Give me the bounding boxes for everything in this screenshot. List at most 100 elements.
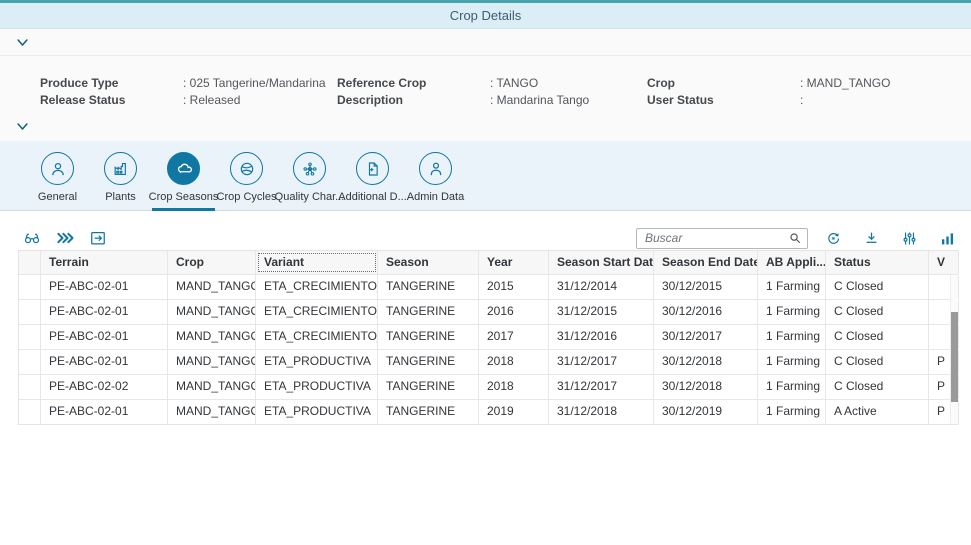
cell-season-end: 30/12/2017 [654, 325, 758, 349]
table-row[interactable]: PE-ABC-02-02 MAND_TANGO ETA_PRODUCTIVA T… [19, 374, 958, 399]
cloud-icon [167, 152, 200, 185]
cell-crop: MAND_TANGO [168, 275, 256, 299]
tab-additional-data[interactable]: Additional D... [341, 141, 404, 210]
vertical-scrollbar [950, 275, 958, 424]
column-header-terrain[interactable]: Terrain [41, 251, 168, 274]
row-selector-cell [19, 400, 41, 424]
column-header-status[interactable]: Status [826, 251, 929, 274]
cell-ab-application: 1 Farming [758, 275, 826, 299]
tab-plants[interactable]: Plants [89, 141, 152, 210]
column-header-season-start[interactable]: Season Start Date [549, 251, 654, 274]
document-add-icon [356, 152, 389, 185]
cell-status: C Closed [826, 300, 929, 324]
tab-admin-data[interactable]: Admin Data [404, 141, 467, 210]
reset-icon[interactable] [824, 229, 843, 248]
table-body: PE-ABC-02-01 MAND_TANGO ETA_CRECIMIENTO_… [19, 274, 958, 424]
cell-status: C Closed [826, 325, 929, 349]
field-value: : Mandarina Tango [490, 93, 589, 107]
tab-crop-cycles[interactable]: Crop Cycles [215, 141, 278, 210]
column-header-season[interactable]: Season [378, 251, 479, 274]
collapse-tabs-chevron-icon[interactable] [15, 119, 30, 134]
column-header-season-end[interactable]: Season End Date [654, 251, 758, 274]
search-input[interactable] [636, 228, 808, 249]
binoculars-icon[interactable] [22, 228, 42, 248]
table-row[interactable]: PE-ABC-02-01 MAND_TANGO ETA_PRODUCTIVA T… [19, 399, 958, 424]
cell-status: C Closed [826, 375, 929, 399]
table-row[interactable]: PE-ABC-02-01 MAND_TANGO ETA_CRECIMIENTO_… [19, 299, 958, 324]
molecule-icon [293, 152, 326, 185]
tab-crop-seasons[interactable]: Crop Seasons [152, 141, 215, 210]
cell-status: C Closed [826, 350, 929, 374]
cell-ab-application: 1 Farming [758, 400, 826, 424]
cell-season: TANGERINE [378, 275, 479, 299]
header-selector-cell [19, 251, 41, 274]
tab-label: Crop Seasons [149, 191, 219, 203]
cell-variant: ETA_PRODUCTIVA [256, 350, 378, 374]
column-header-ab-application[interactable]: AB Appli... [758, 251, 826, 274]
scrollbar-thumb[interactable] [951, 312, 958, 402]
cell-year: 2019 [479, 400, 549, 424]
personalize-icon[interactable] [900, 229, 919, 248]
field-label: Release Status [40, 93, 125, 107]
crop-seasons-table: Terrain Crop Variant Season Year Season … [18, 250, 958, 425]
open-in-box-icon[interactable] [88, 228, 108, 248]
cell-year: 2018 [479, 375, 549, 399]
row-selector-cell [19, 350, 41, 374]
globe-icon [230, 152, 263, 185]
field-label: Reference Crop [337, 76, 426, 90]
row-selector-cell [19, 300, 41, 324]
download-icon[interactable] [862, 229, 881, 248]
tab-quality-characteristics[interactable]: Quality Char... [278, 141, 341, 210]
field-value: : [800, 93, 803, 107]
column-header-truncated[interactable]: V [929, 251, 959, 274]
tab-label: Crop Cycles [217, 191, 277, 203]
column-header-crop[interactable]: Crop [168, 251, 256, 274]
table-section: Terrain Crop Variant Season Year Season … [0, 211, 971, 545]
cell-status: C Closed [826, 275, 929, 299]
expand-chevrons-icon[interactable] [55, 228, 75, 248]
table-row[interactable]: PE-ABC-02-01 MAND_TANGO ETA_PRODUCTIVA T… [19, 349, 958, 374]
table-toolbar [0, 225, 971, 251]
search-box [636, 228, 808, 249]
tab-label: Quality Char... [275, 191, 345, 203]
chart-icon[interactable] [938, 229, 957, 248]
tab-label: Admin Data [407, 191, 464, 203]
cell-terrain: PE-ABC-02-01 [41, 300, 168, 324]
tab-general[interactable]: General [26, 141, 89, 210]
row-selector-cell [19, 275, 41, 299]
cell-variant: ETA_PRODUCTIVA [256, 400, 378, 424]
column-header-variant[interactable]: Variant [256, 251, 378, 274]
cell-ab-application: 1 Farming [758, 300, 826, 324]
field-label: User Status [647, 93, 714, 107]
cell-crop: MAND_TANGO [168, 350, 256, 374]
tab-label: Plants [105, 191, 136, 203]
person-icon [41, 152, 74, 185]
cell-season-start: 31/12/2017 [549, 375, 654, 399]
cell-terrain: PE-ABC-02-01 [41, 275, 168, 299]
table-row[interactable]: PE-ABC-02-01 MAND_TANGO ETA_CRECIMIENTO_… [19, 324, 958, 349]
cell-season: TANGERINE [378, 350, 479, 374]
row-selector-cell [19, 375, 41, 399]
object-header: Produce Type : 025 Tangerine/Mandarina R… [0, 29, 971, 141]
cell-season-start: 31/12/2016 [549, 325, 654, 349]
field-label: Crop [647, 76, 675, 90]
cell-variant: ETA_CRECIMIENTO_NP [256, 275, 378, 299]
cell-year: 2015 [479, 275, 549, 299]
cell-variant: ETA_PRODUCTIVA [256, 375, 378, 399]
cell-crop: MAND_TANGO [168, 300, 256, 324]
cell-year: 2018 [479, 350, 549, 374]
column-header-year[interactable]: Year [479, 251, 549, 274]
cell-season: TANGERINE [378, 300, 479, 324]
field-label: Produce Type [40, 76, 118, 90]
cell-season-end: 30/12/2018 [654, 350, 758, 374]
cell-ab-application: 1 Farming [758, 325, 826, 349]
collapse-header-chevron-icon[interactable] [15, 35, 30, 50]
cell-terrain: PE-ABC-02-01 [41, 325, 168, 349]
cell-crop: MAND_TANGO [168, 375, 256, 399]
cell-crop: MAND_TANGO [168, 325, 256, 349]
divider [0, 55, 971, 56]
field-value: : 025 Tangerine/Mandarina [183, 76, 326, 90]
search-icon[interactable] [787, 230, 804, 247]
shell-header: Crop Details [0, 3, 971, 29]
table-row[interactable]: PE-ABC-02-01 MAND_TANGO ETA_CRECIMIENTO_… [19, 274, 958, 299]
